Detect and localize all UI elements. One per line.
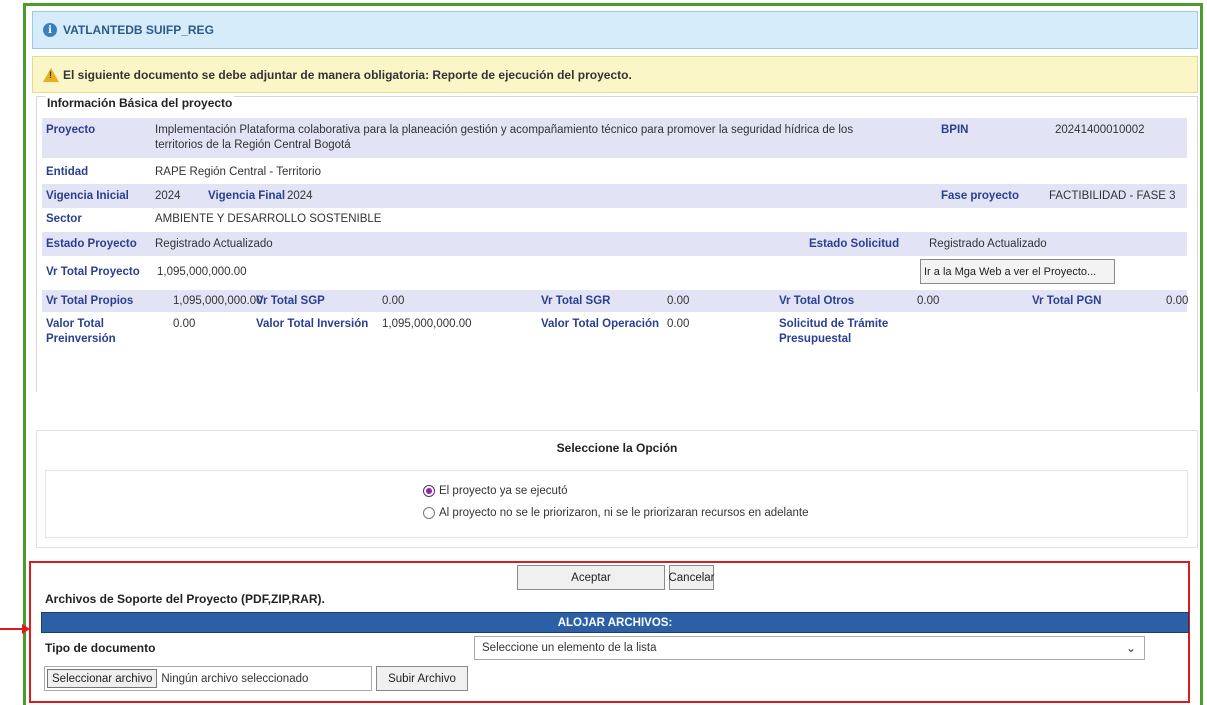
- option-not-prioritized-label: Al proyecto no se le priorizaron, ni se …: [439, 507, 809, 519]
- vr-total-pgn-label: Vr Total PGN: [1032, 295, 1102, 307]
- select-file-button[interactable]: Seleccionar archivo: [47, 669, 158, 688]
- row-estado: Estado Proyecto Registrado Actualizado E…: [42, 232, 1187, 256]
- vr-total-sgr-value: 0.00: [667, 295, 690, 307]
- vigencia-inicial-label: Vigencia Inicial: [46, 190, 129, 202]
- row-sector: Sector AMBIENTE Y DESARROLLO SOSTENIBLE: [42, 209, 1187, 231]
- fase-label: Fase proyecto: [941, 190, 1019, 202]
- file-status-text: Ningún archivo seleccionado: [161, 672, 309, 685]
- valor-operacion-value: 0.00: [667, 318, 690, 330]
- proyecto-value-line2: territorios de la Región Central Bogotá: [155, 139, 351, 151]
- vr-total-sgp-label: Vr Total SGP: [256, 295, 325, 307]
- sector-value: AMBIENTE Y DESARROLLO SOSTENIBLE: [155, 213, 382, 225]
- estado-proyecto-value: Registrado Actualizado: [155, 238, 273, 250]
- vr-total-otros-value: 0.00: [917, 295, 940, 307]
- valor-inversion-value: 1,095,000,000.00: [382, 318, 472, 330]
- valor-preinversion-label-line1: Valor Total: [46, 318, 104, 330]
- upload-file-button[interactable]: Subir Archivo: [376, 666, 468, 691]
- vr-total-proyecto-value: 1,095,000,000.00: [157, 266, 247, 278]
- vigencia-inicial-value: 2024: [155, 190, 181, 202]
- vigencia-final-value: 2024: [287, 190, 313, 202]
- valor-inversion-label: Valor Total Inversión: [256, 318, 369, 330]
- files-support-label: Archivos de Soporte del Proyecto (PDF,ZI…: [45, 592, 325, 606]
- warning-bar: ! El siguiente documento se debe adjunta…: [32, 56, 1198, 93]
- cancel-button[interactable]: Cancelar: [668, 565, 715, 590]
- document-type-selected: Seleccione un elemento de la lista: [482, 642, 657, 654]
- mga-web-button[interactable]: Ir a la Mga Web a ver el Proyecto...: [920, 259, 1115, 284]
- sector-label: Sector: [46, 213, 82, 225]
- warning-icon: !: [43, 67, 59, 82]
- vigencia-final-label: Vigencia Final: [208, 190, 286, 202]
- vr-total-sgr-label: Vr Total SGR: [541, 295, 611, 307]
- row-entidad: Entidad RAPE Región Central - Territorio: [42, 163, 1187, 181]
- option-executed[interactable]: El proyecto ya se ejecutó: [423, 485, 568, 497]
- basic-info-legend: Información Básica del proyecto: [45, 96, 235, 110]
- vr-total-pgn-value: 0.00: [1166, 295, 1189, 307]
- valor-preinversion-value: 0.00: [173, 318, 196, 330]
- upload-files-header: ALOJAR ARCHIVOS:: [41, 612, 1189, 633]
- title-bar: i VATLANTEDB SUIFP_REG: [32, 11, 1198, 49]
- options-inner: [45, 470, 1188, 538]
- chevron-down-icon: ⌄: [1125, 641, 1136, 655]
- row-vr-totales: Vr Total Propios 1,095,000,000.00 Vr Tot…: [42, 290, 1189, 312]
- solicitud-tramite-label-line2: Presupuestal: [779, 333, 852, 345]
- vr-total-propios-value: 1,095,000,000.00: [173, 295, 263, 307]
- bpin-value: 20241400010002: [1055, 124, 1145, 136]
- entidad-value: RAPE Región Central - Territorio: [155, 166, 321, 178]
- proyecto-label: Proyecto: [46, 124, 96, 136]
- valor-preinversion-label-line2: Preinversión: [46, 333, 116, 345]
- bpin-label: BPIN: [941, 124, 969, 136]
- row-proyecto: Proyecto Implementación Plataforma colab…: [42, 118, 1187, 158]
- valor-operacion-label: Valor Total Operación: [541, 318, 660, 330]
- estado-solicitud-label: Estado Solicitud: [809, 238, 900, 250]
- vr-total-otros-label: Vr Total Otros: [779, 295, 855, 307]
- row-valor-totales: Valor Total Preinversión 0.00 Valor Tota…: [42, 315, 1187, 355]
- radio-executed[interactable]: [423, 485, 435, 497]
- info-icon: i: [43, 23, 57, 37]
- vr-total-proyecto-label: Vr Total Proyecto: [46, 266, 140, 278]
- options-title: Seleccione la Opción: [556, 441, 678, 455]
- option-not-prioritized[interactable]: Al proyecto no se le priorizaron, ni se …: [423, 507, 808, 519]
- estado-proyecto-label: Estado Proyecto: [46, 238, 137, 250]
- document-type-select[interactable]: Seleccione un elemento de la lista ⌄: [474, 636, 1145, 660]
- entidad-label: Entidad: [46, 166, 89, 178]
- title-text: VATLANTEDB SUIFP_REG: [63, 23, 214, 37]
- highlight-arrow-icon: [22, 624, 30, 634]
- proyecto-value-line1: Implementación Plataforma colaborativa p…: [155, 124, 854, 136]
- fase-value: FACTIBILIDAD - FASE 3: [1049, 190, 1176, 202]
- vr-total-sgp-value: 0.00: [382, 295, 405, 307]
- radio-not-prioritized[interactable]: [423, 507, 435, 519]
- solicitud-tramite-label-line1: Solicitud de Trámite: [779, 318, 889, 330]
- row-vigencia: Vigencia Inicial 2024 Vigencia Final 202…: [42, 184, 1187, 208]
- estado-solicitud-value: Registrado Actualizado: [929, 238, 1047, 250]
- document-type-label: Tipo de documento: [45, 641, 156, 655]
- warning-text: El siguiente documento se debe adjuntar …: [63, 67, 632, 82]
- file-input[interactable]: Seleccionar archivo Ningún archivo selec…: [44, 666, 372, 691]
- highlight-arrow-line: [0, 628, 24, 630]
- vr-total-propios-label: Vr Total Propios: [46, 295, 134, 307]
- option-executed-label: El proyecto ya se ejecutó: [439, 485, 568, 497]
- accept-button[interactable]: Aceptar: [517, 565, 665, 590]
